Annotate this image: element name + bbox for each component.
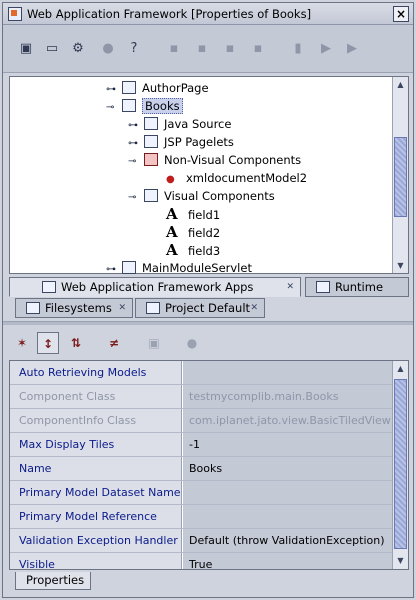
stop-icon: ▪ xyxy=(197,41,207,56)
web-app-icon xyxy=(42,281,56,293)
help-icon[interactable]: ? xyxy=(125,41,143,57)
expand-toggle-icon[interactable]: ⊸ xyxy=(128,153,142,171)
scroll-down-icon[interactable]: ▼ xyxy=(395,260,406,271)
tree-item-authorpage[interactable]: ⊶ AuthorPage xyxy=(106,79,209,97)
tree-item-field3[interactable]: Afield3 xyxy=(164,241,220,259)
tab-runtime[interactable]: Runtime xyxy=(305,277,409,297)
property-row-validation-exception-handler[interactable]: Validation Exception Handler Default (th… xyxy=(10,529,392,553)
close-window-button[interactable]: × xyxy=(393,6,409,22)
tab-project-default[interactable]: Project Default ✕ xyxy=(135,298,265,318)
explorer-tree[interactable]: ⊶ AuthorPage ⊸ Books ⊶ Java Source ⊶ JSP Pag… xyxy=(9,76,409,277)
sort-by-name-icon[interactable]: ↕ xyxy=(37,332,59,354)
close-tab-icon[interactable]: ✕ xyxy=(286,278,294,296)
field-icon: A xyxy=(166,223,178,241)
step-into-icon: ▮ xyxy=(294,41,302,56)
tree-item-jsp-pagelets[interactable]: ⊶ JSP Pagelets xyxy=(128,133,234,151)
tree-item-non-visual-components[interactable]: ⊸ Non-Visual Components xyxy=(128,151,301,169)
property-row-visible[interactable]: Visible True xyxy=(10,553,392,569)
tab-properties[interactable]: Properties xyxy=(15,572,91,590)
run-icon: ▶ xyxy=(321,41,331,56)
tree-item-java-source[interactable]: ⊶ Java Source xyxy=(128,115,231,133)
expand-toggle-icon[interactable]: ⊸ xyxy=(106,99,120,117)
filesystem-tabs: Filesystems ✕ Project Default ✕ xyxy=(9,298,409,320)
square-icon: ▪ xyxy=(253,41,263,56)
window-title: Web Application Framework [Properties of… xyxy=(27,7,312,21)
title-bar[interactable]: Web Application Framework [Properties of… xyxy=(3,3,413,25)
unsorted-icon[interactable]: ✶ xyxy=(11,332,33,354)
debug-icon: ▶ xyxy=(347,41,357,56)
show-editable-only-icon[interactable]: ≠ xyxy=(103,332,125,354)
sort-by-type-icon[interactable]: ⇅ xyxy=(65,332,87,354)
property-row-name[interactable]: Name Books xyxy=(10,457,392,481)
disabled-tool-icon: ● xyxy=(102,41,114,56)
java-source-icon xyxy=(144,117,158,130)
tree-item-field1[interactable]: Afield1 xyxy=(164,205,220,223)
customizer-icon: ▣ xyxy=(148,336,160,350)
expand-toggle-icon[interactable]: ⊸ xyxy=(128,189,142,207)
folder-icon xyxy=(144,189,158,202)
open-icon[interactable]: ▭ xyxy=(43,41,61,57)
new-page-icon[interactable]: ▣ xyxy=(17,41,35,57)
scroll-thumb[interactable] xyxy=(394,137,407,217)
property-row-componentinfo-class: ComponentInfo Class com.iplanet.jato.vie… xyxy=(10,409,392,433)
tree-item-xmldocumentmodel2[interactable]: ● xmldocumentModel2 xyxy=(164,169,307,187)
app-icon xyxy=(8,7,22,21)
property-row-component-class: Component Class testmycomplib.main.Books xyxy=(10,385,392,409)
main-window: Web Application Framework [Properties of… xyxy=(2,2,414,598)
project-icon xyxy=(146,302,160,314)
servlet-icon xyxy=(122,261,136,274)
tab-web-application-framework-apps[interactable]: Web Application Framework Apps ✕ xyxy=(9,277,301,297)
filesystems-icon xyxy=(26,302,40,314)
tree-scrollbar[interactable]: ▲ ▼ xyxy=(392,77,408,273)
main-toolbar: ▣ ▭ ⚙ ● ? ▪ ▪ ▪ ▪ ▮ ▶ ▶ xyxy=(3,25,413,73)
folder-icon xyxy=(144,135,158,148)
field-icon: A xyxy=(166,205,178,223)
pause-icon: ▪ xyxy=(225,41,235,56)
runtime-icon xyxy=(316,281,330,293)
explorer-tabs: Web Application Framework Apps ✕ Runtime xyxy=(9,277,409,299)
property-sheet-scrollbar[interactable]: ▲ ▼ xyxy=(392,361,408,569)
tab-filesystems[interactable]: Filesystems ✕ xyxy=(15,298,133,318)
property-row-primary-model-dataset-name[interactable]: Primary Model Dataset Name xyxy=(10,481,392,505)
help-icon: ● xyxy=(186,336,198,350)
tree-item-field2[interactable]: Afield2 xyxy=(164,223,220,241)
property-row-auto-retrieving-models[interactable]: Auto Retrieving Models xyxy=(10,361,392,385)
close-tab-icon[interactable]: ✕ xyxy=(250,299,258,317)
scroll-up-icon[interactable]: ▲ xyxy=(395,363,406,374)
panel-splitter[interactable] xyxy=(3,321,413,325)
tree-item-visual-components[interactable]: ⊸ Visual Components xyxy=(128,187,275,205)
property-row-primary-model-reference[interactable]: Primary Model Reference xyxy=(10,505,392,529)
field-icon: A xyxy=(166,241,178,259)
page-icon xyxy=(122,99,136,112)
nonvisual-folder-icon xyxy=(144,153,158,166)
tree-item-mainmoduleservlet[interactable]: ⊶ MainModuleServlet xyxy=(106,259,252,277)
property-sheet: Auto Retrieving Models Component Class t… xyxy=(9,360,409,570)
close-tab-icon[interactable]: ✕ xyxy=(118,299,126,317)
bean-icon: ● xyxy=(166,174,175,185)
page-icon xyxy=(122,81,136,94)
scroll-down-icon[interactable]: ▼ xyxy=(395,555,406,566)
scroll-up-icon[interactable]: ▲ xyxy=(395,79,406,90)
scroll-thumb[interactable] xyxy=(394,379,407,549)
step-over-icon: ▪ xyxy=(169,41,179,56)
tools-icon[interactable]: ⚙ xyxy=(69,41,87,57)
tree-item-books[interactable]: ⊸ Books xyxy=(106,97,183,115)
property-sheet-toolbar: ✶ ↕ ⇅ ≠ ▣ ● xyxy=(9,329,409,359)
property-row-max-display-tiles[interactable]: Max Display Tiles -1 xyxy=(10,433,392,457)
